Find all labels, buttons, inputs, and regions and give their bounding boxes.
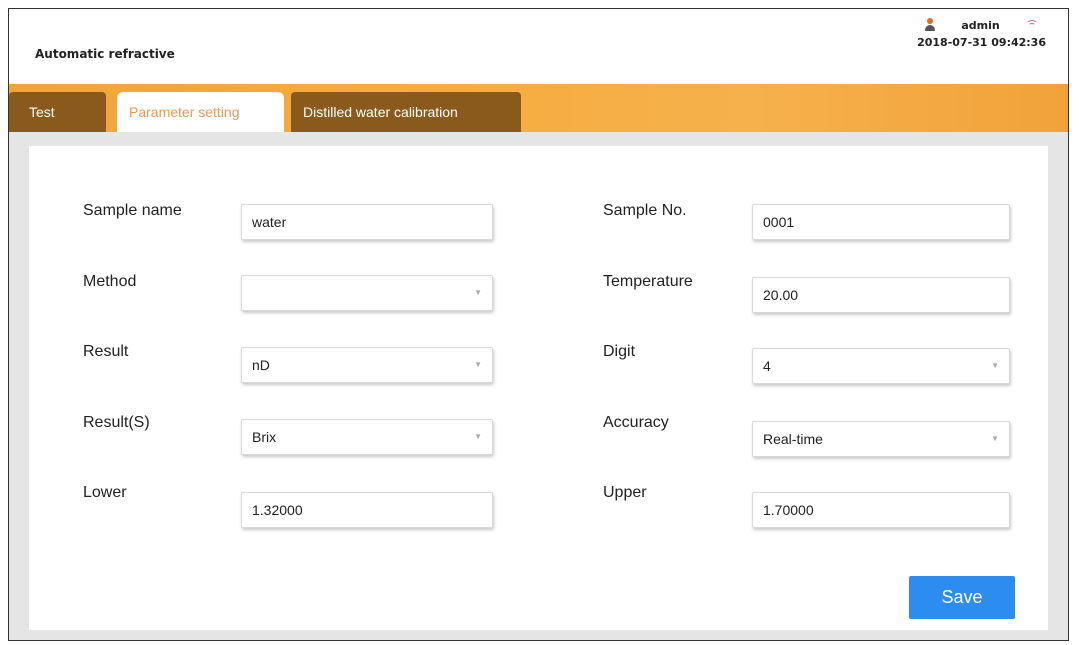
result-s-label: Result(S) bbox=[83, 414, 150, 431]
tab-parameter-setting[interactable]: Parameter setting bbox=[117, 92, 284, 132]
accuracy-select[interactable]: Real-time ▼ bbox=[752, 421, 1010, 457]
result-value: nD bbox=[252, 357, 270, 373]
accuracy-label: Accuracy bbox=[603, 414, 669, 431]
digit-label: Digit bbox=[603, 343, 636, 360]
sample-name-label: Sample name bbox=[83, 202, 182, 219]
method-select[interactable]: ▼ bbox=[241, 275, 493, 311]
chevron-down-icon: ▼ bbox=[991, 434, 999, 443]
method-label: Method bbox=[83, 273, 137, 290]
chevron-down-icon: ▼ bbox=[474, 288, 482, 297]
sample-no-label: Sample No. bbox=[603, 202, 687, 219]
parameter-form: Sample name Method ▼ Result nD ▼ Result(… bbox=[29, 146, 1048, 630]
temperature-label: Temperature bbox=[603, 273, 693, 290]
result-s-value: Brix bbox=[252, 429, 277, 445]
result-select[interactable]: nD ▼ bbox=[241, 347, 493, 383]
sample-name-input[interactable] bbox=[241, 204, 493, 240]
upper-label: Upper bbox=[603, 484, 647, 501]
result-s-select[interactable]: Brix ▼ bbox=[241, 419, 493, 455]
result-label: Result bbox=[83, 343, 129, 360]
save-button[interactable]: Save bbox=[909, 576, 1015, 619]
upper-input[interactable] bbox=[752, 492, 1010, 528]
accuracy-value: Real-time bbox=[763, 431, 823, 447]
app-window: Automatic refractive admin 2018-07-31 09… bbox=[8, 8, 1069, 641]
user-status: admin 2018-07-31 09:42:36 bbox=[917, 17, 1046, 49]
chevron-down-icon: ▼ bbox=[991, 361, 999, 370]
username: admin bbox=[961, 18, 1000, 32]
tab-test[interactable]: Test bbox=[9, 92, 106, 132]
user-icon bbox=[925, 18, 936, 32]
chevron-down-icon: ▼ bbox=[474, 432, 482, 441]
chevron-down-icon: ▼ bbox=[474, 360, 482, 369]
app-title: Automatic refractive bbox=[35, 47, 175, 61]
lower-label: Lower bbox=[83, 484, 127, 501]
lower-input[interactable] bbox=[241, 492, 493, 528]
digit-value: 4 bbox=[763, 358, 771, 374]
tab-distilled-water-calibration[interactable]: Distilled water calibration bbox=[291, 92, 521, 132]
digit-select[interactable]: 4 ▼ bbox=[752, 348, 1010, 384]
sample-no-input[interactable] bbox=[752, 204, 1010, 240]
content-area: Sample name Method ▼ Result nD ▼ Result(… bbox=[9, 132, 1068, 640]
temperature-input[interactable] bbox=[752, 277, 1010, 313]
datetime: 2018-07-31 09:42:36 bbox=[917, 36, 1046, 49]
wifi-icon bbox=[1025, 20, 1038, 30]
header: Automatic refractive admin 2018-07-31 09… bbox=[9, 9, 1068, 84]
